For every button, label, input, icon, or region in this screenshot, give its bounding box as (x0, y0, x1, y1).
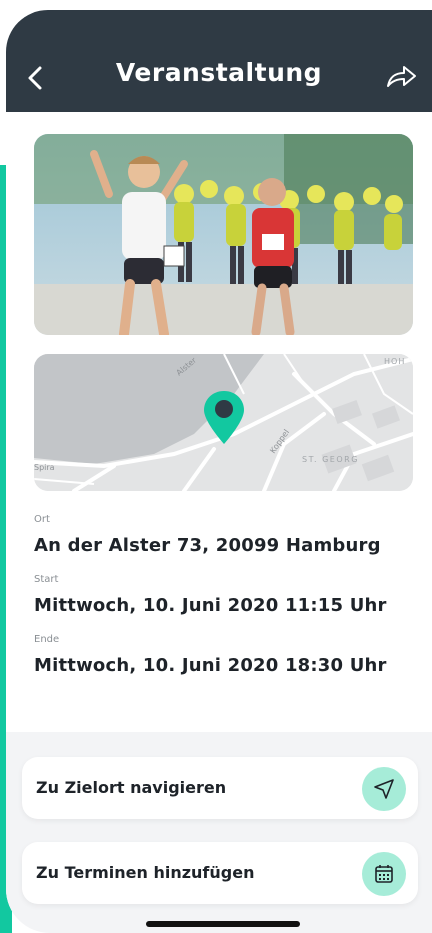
share-forward-icon (387, 66, 416, 87)
start-value: Mittwoch, 10. Juni 2020 11:15 Uhr (34, 595, 387, 616)
share-button[interactable] (384, 62, 418, 92)
app-header: Veranstaltung (6, 10, 432, 112)
calendar-icon (362, 852, 406, 896)
map-label-hoh: HOH (384, 357, 405, 366)
map-label-st-georg: ST. GEORG (302, 455, 359, 464)
event-details: Ort An der Alster 73, 20099 Hamburg Star… (34, 512, 414, 692)
event-photo (34, 134, 413, 335)
page-title: Veranstaltung (115, 58, 323, 87)
start-label: Start (34, 574, 59, 585)
map-label-spira: Spira (34, 463, 55, 472)
end-value: Mittwoch, 10. Juni 2020 18:30 Uhr (34, 655, 387, 676)
navigation-arrow-icon (362, 767, 406, 811)
navigate-label: Zu Zielort navigieren (36, 778, 227, 797)
navigate-button[interactable]: Zu Zielort navigieren (22, 757, 418, 819)
phone-screen: Veranstaltung Alster Koppel ST. GEORG HO… (6, 10, 432, 933)
location-map[interactable]: Alster Koppel ST. GEORG HOH Spira (34, 354, 413, 491)
location-value: An der Alster 73, 20099 Hamburg (34, 535, 381, 556)
calendar-label: Zu Terminen hinzufügen (36, 863, 255, 882)
home-indicator[interactable] (146, 921, 300, 927)
add-to-calendar-button[interactable]: Zu Terminen hinzufügen (22, 842, 418, 904)
location-label: Ort (34, 514, 50, 525)
end-label: Ende (34, 634, 60, 645)
